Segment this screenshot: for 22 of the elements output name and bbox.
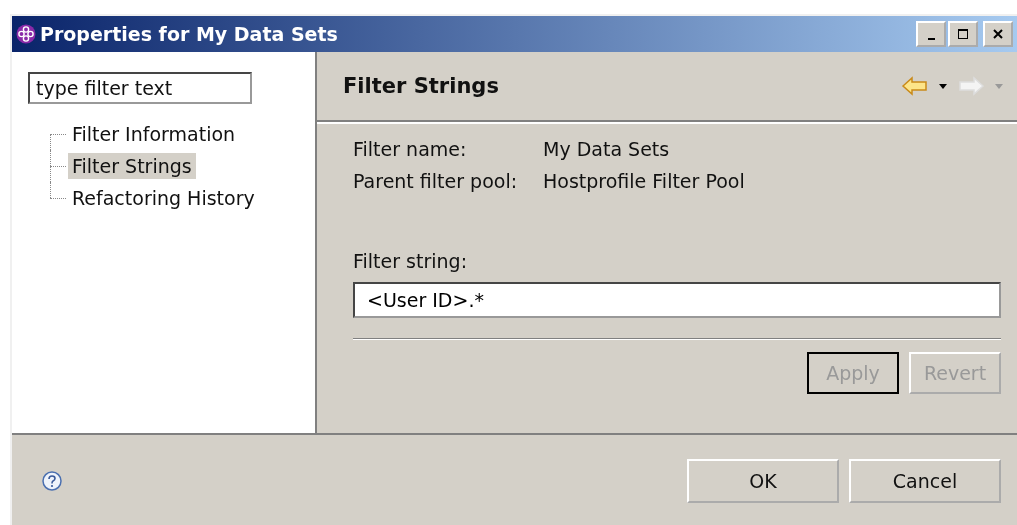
property-value: My Data Sets (543, 138, 671, 160)
dropdown-icon[interactable] (939, 83, 947, 89)
tree-item[interactable]: Filter Information (68, 121, 240, 147)
tree-item[interactable]: Filter Strings (68, 153, 196, 179)
minimize-icon (927, 38, 935, 40)
cancel-button[interactable]: Cancel (849, 459, 1001, 503)
ok-button[interactable]: OK (687, 459, 839, 503)
window-title: Properties for My Data Sets (40, 23, 339, 45)
field-label: Filter string: (353, 250, 469, 272)
property-label: Filter name: (353, 138, 468, 160)
help-icon[interactable] (42, 471, 62, 491)
app-icon (16, 24, 36, 44)
close-icon (992, 28, 1004, 40)
property-label: Parent filter pool: (353, 170, 519, 192)
maximize-button[interactable] (948, 21, 978, 47)
filter-field[interactable]: type filter text (28, 72, 252, 104)
filter-string-field[interactable]: <User ID>.* (353, 282, 1001, 318)
tree-item[interactable]: Refactoring History (68, 185, 259, 211)
maximize-icon (957, 28, 969, 40)
close-button[interactable] (983, 21, 1013, 47)
property-value: Hostprofile Filter Pool (543, 170, 746, 192)
page-title: Filter Strings (343, 74, 499, 98)
